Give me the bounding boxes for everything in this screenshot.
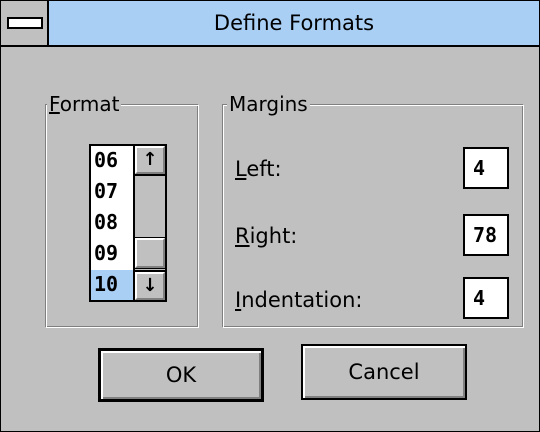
right-margin-label: Right:	[235, 224, 298, 248]
dialog-title: Define Formats	[213, 11, 375, 35]
indentation-label: Indentation:	[235, 288, 363, 312]
cancel-button[interactable]: Cancel	[301, 344, 467, 400]
margins-group-label: Margins	[227, 92, 310, 116]
format-list-item[interactable]: 07	[91, 177, 133, 205]
format-listbox[interactable]: 06 07 08 09 10 ↑ ↓	[89, 144, 167, 302]
format-scrollbar[interactable]: ↑ ↓	[133, 146, 166, 300]
left-margin-field[interactable]: 4	[463, 147, 509, 189]
right-margin-field[interactable]: 78	[463, 214, 509, 256]
ok-button[interactable]: OK	[98, 348, 264, 402]
format-list-item[interactable]: 08	[91, 208, 133, 236]
title-bar[interactable]: Define Formats	[1, 1, 539, 47]
format-group-label: Format	[47, 92, 122, 116]
arrow-down-icon[interactable]: ↓	[135, 272, 165, 300]
system-menu-icon[interactable]	[1, 1, 49, 45]
format-list-item[interactable]: 06	[91, 146, 133, 174]
scrollbar-thumb[interactable]	[134, 237, 166, 269]
format-list-item[interactable]: 09	[91, 239, 133, 267]
define-formats-dialog: Define Formats Format 06 07 08 09 10 ↑ ↓…	[0, 0, 540, 432]
indentation-field[interactable]: 4	[463, 277, 509, 319]
format-list-item-selected[interactable]: 10	[91, 270, 133, 300]
left-margin-label: Left:	[235, 157, 282, 181]
arrow-up-icon[interactable]: ↑	[135, 146, 165, 174]
